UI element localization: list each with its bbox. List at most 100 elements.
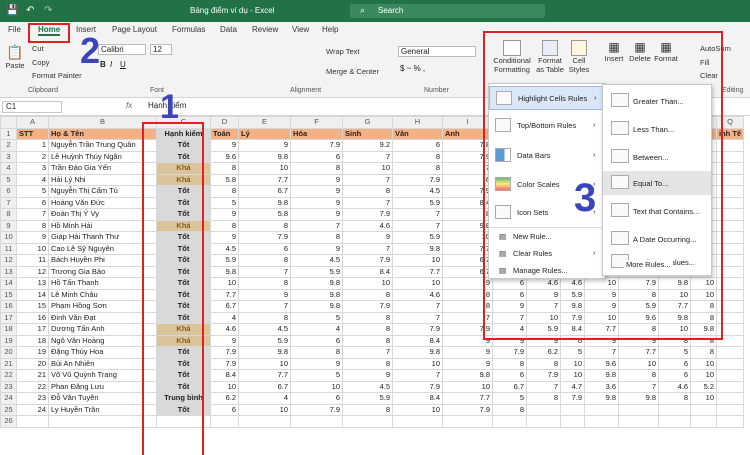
cell[interactable]: 9 <box>210 208 239 221</box>
cell[interactable]: 7.9 <box>560 392 585 405</box>
row-header[interactable]: 25 <box>0 403 17 416</box>
row-header[interactable]: 5 <box>0 173 17 186</box>
cell[interactable]: 5.9 <box>392 196 443 209</box>
cell[interactable]: 4.7 <box>560 380 585 393</box>
cell[interactable]: 10 <box>690 392 717 405</box>
cell[interactable]: Đinh Văn Đạt <box>48 311 157 324</box>
cell[interactable]: 3 <box>16 162 49 175</box>
row-header[interactable]: 9 <box>0 219 17 232</box>
cell[interactable]: 7 <box>342 150 393 163</box>
underline-button[interactable]: U <box>120 60 126 69</box>
wrap-text-button[interactable]: Wrap Text <box>326 47 360 56</box>
header-cell[interactable]: Hóa <box>290 127 343 140</box>
cell[interactable]: Cao Lê Sỹ Nguyên <box>48 242 157 255</box>
cell[interactable]: 8 <box>492 357 527 370</box>
row-header[interactable]: 3 <box>0 150 17 163</box>
cell[interactable]: 8 <box>342 334 393 347</box>
cell[interactable]: Hồ Minh Hải <box>48 219 157 232</box>
cell[interactable] <box>690 415 717 428</box>
row-header[interactable]: 23 <box>0 380 17 393</box>
menu-item-between[interactable]: Between... <box>603 145 711 169</box>
cell[interactable]: 8 <box>16 219 49 232</box>
cell[interactable]: 7.9 <box>290 139 343 152</box>
cell[interactable]: 7 <box>290 219 343 232</box>
cell[interactable]: Hồ Tấn Thanh <box>48 277 157 290</box>
row-header[interactable]: 18 <box>0 323 17 336</box>
cell[interactable]: 7 <box>584 346 619 359</box>
cell[interactable]: 10 <box>238 357 291 370</box>
currency-button[interactable]: $ ~ % , <box>400 64 425 73</box>
row-header[interactable]: 13 <box>0 265 17 278</box>
cell[interactable] <box>715 415 745 428</box>
corner-cell[interactable] <box>0 116 17 129</box>
cell[interactable]: 7.7 <box>618 346 659 359</box>
fx-icon[interactable]: fx <box>126 101 132 110</box>
cell[interactable]: 4 <box>290 323 343 336</box>
row-header[interactable]: 6 <box>0 185 17 198</box>
menu-item-date-occurring[interactable]: A Date Occurring... <box>603 227 711 251</box>
cell[interactable]: 7 <box>392 208 443 221</box>
row-header[interactable]: 24 <box>0 392 17 405</box>
row-header[interactable]: 8 <box>0 208 17 221</box>
cell[interactable]: 9 <box>210 231 239 244</box>
cell[interactable]: 14 <box>16 288 49 301</box>
cell[interactable]: Ngô Văn Hoàng <box>48 334 157 347</box>
cell[interactable]: 8 <box>238 311 291 324</box>
cell[interactable]: 9 <box>442 346 493 359</box>
cell[interactable]: 7.9 <box>392 380 443 393</box>
cell[interactable]: 8 <box>392 150 443 163</box>
cell[interactable] <box>618 415 659 428</box>
cell[interactable] <box>442 415 493 428</box>
cell[interactable]: 7.7 <box>238 173 291 186</box>
cell[interactable]: 7.7 <box>392 265 443 278</box>
cell[interactable]: 7.7 <box>442 392 493 405</box>
cell[interactable]: 9.8 <box>618 392 659 405</box>
cell[interactable]: 5.9 <box>238 334 291 347</box>
cell[interactable]: 9.8 <box>290 277 343 290</box>
cell[interactable]: Phạm Hồng Sơn <box>48 300 157 313</box>
cell[interactable]: Trần Đào Gia Yến <box>48 162 157 175</box>
row-header[interactable]: 14 <box>0 277 17 290</box>
cell[interactable]: Nguyễn Trần Trung Quân <box>48 139 157 152</box>
copy-button[interactable]: Copy <box>32 58 50 67</box>
cell[interactable]: 8.4 <box>392 392 443 405</box>
cell[interactable]: 5 <box>492 392 527 405</box>
row-header[interactable]: 2 <box>0 139 17 152</box>
cell[interactable]: 10 <box>342 277 393 290</box>
cell[interactable]: 7 <box>342 173 393 186</box>
cell[interactable]: 6 <box>658 369 691 382</box>
cell[interactable]: Giáp Hải Thanh Thư <box>48 231 157 244</box>
header-cell[interactable]: Sinh <box>342 127 393 140</box>
cell[interactable]: 4.6 <box>658 380 691 393</box>
cell[interactable]: 7.9 <box>392 173 443 186</box>
header-cell[interactable]: Họ & Tên <box>48 127 157 140</box>
cell[interactable] <box>342 415 393 428</box>
row-header[interactable]: 12 <box>0 254 17 267</box>
cell[interactable]: 10 <box>392 277 443 290</box>
menu-item-highlight-cells-rules[interactable]: Highlight Cells Rules › <box>489 86 605 110</box>
cut-button[interactable]: Cut <box>32 44 44 53</box>
cell[interactable]: 10 <box>392 254 443 267</box>
cell[interactable]: 11 <box>16 254 49 267</box>
column-header-g[interactable]: G <box>342 116 393 129</box>
header-cell[interactable]: Toán <box>210 127 239 140</box>
cell[interactable]: 6 <box>290 392 343 405</box>
cell[interactable]: 5.8 <box>238 208 291 221</box>
menu-item-clear-rules[interactable]: Clear Rules <box>513 249 552 258</box>
cell[interactable] <box>492 415 527 428</box>
cell[interactable]: 12 <box>16 265 49 278</box>
cell[interactable]: 8 <box>342 323 393 336</box>
cell[interactable]: 4.6 <box>210 323 239 336</box>
cell[interactable]: 10 <box>290 380 343 393</box>
cell[interactable]: 9.8 <box>584 392 619 405</box>
row-header[interactable]: 4 <box>0 162 17 175</box>
cell[interactable]: 8 <box>210 162 239 175</box>
cell[interactable]: 9 <box>290 173 343 186</box>
cell[interactable]: 7.9 <box>526 369 561 382</box>
cell[interactable]: 4.5 <box>392 185 443 198</box>
header-cell[interactable]: STT <box>16 127 49 140</box>
cell[interactable]: 8 <box>342 311 393 324</box>
row-header[interactable]: 1 <box>0 127 17 140</box>
row-header[interactable]: 21 <box>0 357 17 370</box>
cell[interactable]: 7.9 <box>238 231 291 244</box>
